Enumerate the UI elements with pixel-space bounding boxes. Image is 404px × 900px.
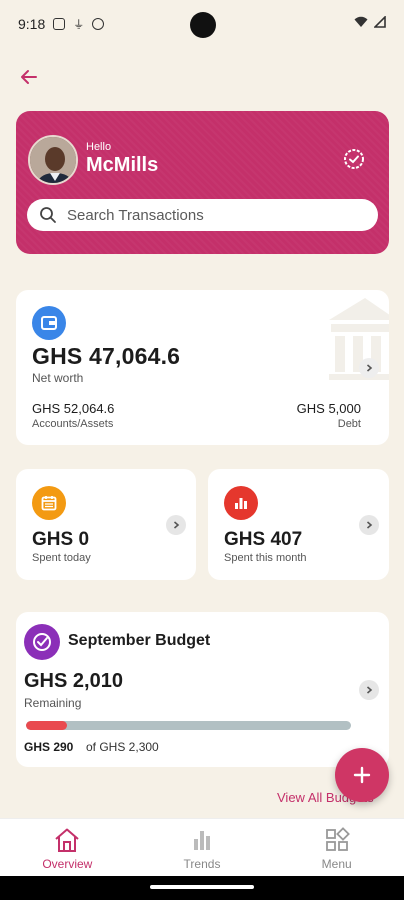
budget-progress-bar — [26, 721, 351, 730]
greeting-label: Hello — [86, 141, 112, 153]
avatar[interactable] — [28, 135, 78, 185]
budget-total: of GHS 2,300 — [86, 740, 159, 754]
budget-card[interactable]: September Budget GHS 2,010 Remaining GHS… — [16, 612, 389, 767]
avatar-image — [30, 137, 76, 183]
arrow-left-icon — [21, 70, 37, 84]
plus-icon — [353, 766, 371, 784]
grid-menu-icon — [325, 827, 350, 851]
home-gesture-bar[interactable] — [150, 885, 254, 889]
calendar-badge — [32, 486, 66, 520]
add-button[interactable] — [335, 748, 389, 802]
status-left: 9:18 ⏚ — [18, 16, 105, 32]
budget-remaining-amount: GHS 2,010 — [24, 670, 123, 692]
budget-progress-fill — [26, 721, 67, 730]
bottom-navigation: Overview Trends Menu — [0, 818, 404, 876]
shield-icon — [53, 18, 66, 30]
nav-overview-label: Overview — [42, 857, 93, 871]
nav-menu[interactable]: Menu — [269, 819, 404, 876]
budget-title: September Budget — [68, 632, 211, 649]
calendar-icon — [41, 496, 57, 511]
status-right — [354, 16, 386, 28]
spent-month-label: Spent this month — [224, 552, 307, 564]
nav-trends-label: Trends — [183, 857, 221, 871]
chart-badge — [224, 486, 258, 520]
chevron-right-icon — [173, 521, 180, 529]
bar-chart-icon — [235, 498, 247, 509]
net-worth-chevron[interactable] — [359, 358, 379, 378]
spent-month-chevron[interactable] — [359, 515, 379, 535]
net-worth-card[interactable]: GHS 47,064.6 Net worth GHS 52,064.6 Acco… — [16, 290, 389, 445]
check-circle-icon — [33, 633, 51, 651]
accounts-amount: GHS 52,064.6 — [32, 401, 115, 416]
face-icon — [92, 18, 105, 30]
net-worth-amount: GHS 47,064.6 — [32, 343, 181, 369]
chevron-right-icon — [366, 521, 373, 529]
status-time: 9:18 — [18, 16, 46, 32]
spent-today-card[interactable]: GHS 0 Spent today — [16, 469, 196, 580]
back-button[interactable] — [16, 64, 42, 90]
signal-icon — [374, 16, 386, 28]
nav-overview[interactable]: Overview — [0, 819, 135, 876]
budget-chevron[interactable] — [359, 680, 379, 700]
debt-amount: GHS 5,000 — [296, 401, 361, 416]
spent-today-chevron[interactable] — [166, 515, 186, 535]
search-bar[interactable] — [27, 199, 378, 231]
debt-label: Debt — [337, 418, 361, 430]
budget-remaining-label: Remaining — [24, 696, 82, 710]
mic-icon: ⏚ — [73, 19, 85, 31]
wifi-icon — [354, 16, 368, 27]
profile-header-card: Hello McMills — [16, 111, 389, 254]
user-name: McMills — [86, 154, 159, 176]
wallet-icon — [41, 316, 57, 330]
budget-spent: GHS 290 — [24, 740, 74, 754]
budget-badge — [24, 624, 60, 660]
net-worth-label: Net worth — [32, 371, 84, 385]
accounts-label: Accounts/Assets — [32, 418, 114, 430]
spent-month-amount: GHS 407 — [224, 529, 303, 550]
chevron-right-icon — [366, 364, 373, 372]
nav-trends[interactable]: Trends — [135, 819, 270, 876]
nav-menu-label: Menu — [321, 857, 352, 871]
search-icon — [40, 207, 56, 223]
chevron-right-icon — [366, 686, 373, 694]
system-gesture-area — [0, 876, 404, 900]
bank-icon — [329, 298, 389, 380]
camera-cutout — [190, 12, 216, 38]
spent-today-label: Spent today — [32, 552, 91, 564]
search-input[interactable] — [67, 206, 347, 224]
bar-chart-icon — [194, 831, 210, 850]
spent-month-card[interactable]: GHS 407 Spent this month — [208, 469, 389, 580]
spent-today-amount: GHS 0 — [32, 529, 90, 550]
home-icon — [55, 828, 79, 852]
check-circle-icon[interactable] — [343, 148, 365, 170]
wallet-badge — [32, 306, 66, 340]
